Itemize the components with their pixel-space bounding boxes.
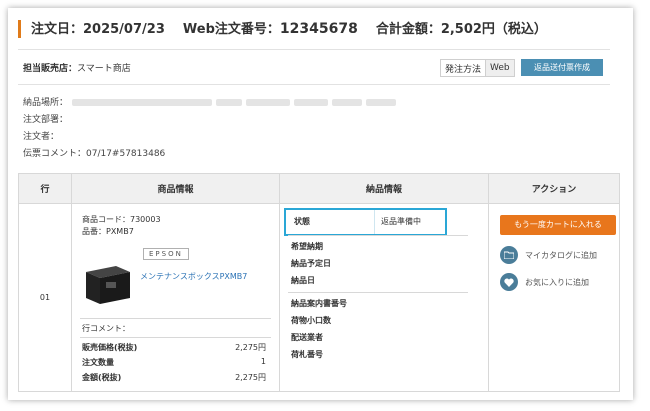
product-name-link[interactable]: メンテナンスボックスPXMB7 <box>140 271 247 282</box>
add-to-cart-again-button[interactable]: もう一度カートに入れる <box>500 215 616 235</box>
add-to-favorites-label: お気に入りに追加 <box>525 277 589 287</box>
divider <box>288 235 468 236</box>
orderer: 注文者： <box>23 132 60 142</box>
divider <box>18 49 610 50</box>
delivery-cell: 状態 返品準備中 希望納期 納品予定日 納品日 納品案内書番号 荷物小口数 配送… <box>279 203 489 392</box>
desired-date-label: 希望納期 <box>291 242 323 251</box>
tracking-number-label: 荷札番号 <box>291 350 323 359</box>
divider <box>18 84 610 85</box>
seller-info: 担当販売店：スマート商店 <box>23 61 131 74</box>
table-row: 01 商品コード：730003 品番：PXMB7 EPSON メンテナンスボック… <box>18 203 620 392</box>
delivered-date-label: 納品日 <box>291 276 315 285</box>
add-to-favorites-link[interactable]: お気に入りに追加 <box>500 273 589 291</box>
order-items-table: 行 商品情報 納品情報 アクション 01 商品コード：730003 品番：PXM… <box>18 173 620 392</box>
product-code: 商品コード：730003 <box>82 215 161 224</box>
part-number: 品番：PXMB7 <box>82 227 134 236</box>
slip-number-label: 納品案内書番号 <box>291 299 347 308</box>
status-label: 状態 <box>294 217 310 226</box>
col-header-product: 商品情報 <box>71 173 280 204</box>
line-comment: 行コメント： <box>82 324 130 333</box>
order-method: 発注方法 Web <box>440 59 515 77</box>
product-cell: 商品コード：730003 品番：PXMB7 EPSON メンテナンスボックスPX… <box>71 203 280 392</box>
web-order-number: 12345678 <box>279 21 358 37</box>
price-label: 販売価格(税抜) <box>82 343 138 352</box>
divider <box>80 318 271 319</box>
pieces-label: 荷物小口数 <box>291 316 331 325</box>
quantity-value: 1 <box>260 357 266 366</box>
add-to-catalog-link[interactable]: マイカタログに追加 <box>500 246 597 264</box>
divider <box>288 292 468 293</box>
order-method-label: 発注方法 <box>445 64 482 75</box>
col-header-row: 行 <box>18 173 72 204</box>
order-dept: 注文部署： <box>23 115 69 125</box>
delivery-place-label: 納品場所： <box>23 98 69 108</box>
status-highlight: 状態 返品準備中 <box>284 208 447 236</box>
product-image[interactable] <box>82 262 134 306</box>
carrier-label: 配送業者 <box>291 333 323 342</box>
seller-label: 担当販売店： <box>23 64 78 74</box>
price-value: 2,275円 <box>235 343 266 352</box>
brand-badge: EPSON <box>143 248 189 260</box>
row-number: 01 <box>18 203 72 392</box>
delivery-place: 納品場所： <box>23 95 397 108</box>
folder-icon <box>500 246 518 264</box>
status-value: 返品準備中 <box>381 217 421 226</box>
create-return-slip-button[interactable]: 返品送付票作成 <box>521 59 603 76</box>
amount-value: 2,275円 <box>235 373 266 382</box>
action-cell: もう一度カートに入れる マイカタログに追加 お気に入りに追加 <box>488 203 620 392</box>
seller-name: スマート商店 <box>77 64 131 74</box>
quantity-label: 注文数量 <box>82 358 114 367</box>
order-method-value: Web <box>485 60 514 76</box>
web-order-number-label: Web注文番号： <box>182 22 280 37</box>
amount-label: 金額(税抜) <box>82 373 122 382</box>
divider <box>80 337 271 338</box>
heart-icon <box>500 273 518 291</box>
planned-date-label: 納品予定日 <box>291 259 331 268</box>
order-summary-header: 注文日：2025/07/23 Web注文番号：12345678 合計金額：2,502… <box>18 20 547 38</box>
order-date: 注文日：2025/07/23 <box>31 22 165 37</box>
order-total: 合計金額：2,502円（税込） <box>375 22 547 37</box>
add-to-catalog-label: マイカタログに追加 <box>525 250 597 260</box>
slip-comment: 伝票コメント：07/17#57813486 <box>23 149 166 159</box>
col-header-action: アクション <box>488 173 620 204</box>
col-header-delivery: 納品情報 <box>279 173 489 204</box>
